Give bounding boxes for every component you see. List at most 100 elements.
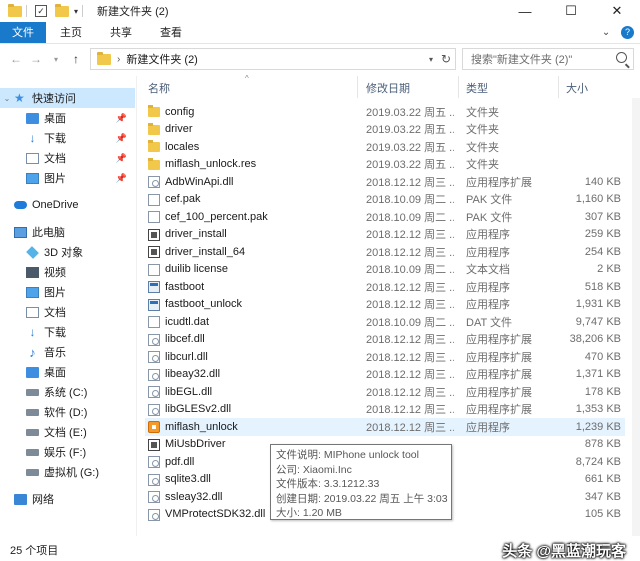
nav-pc-downloads[interactable]: ↓ 下载 [0,322,135,342]
nav-quick-access[interactable]: ⌄ ★ 快速访问 [0,88,135,108]
chevron-down-icon[interactable]: ⌄ [2,94,12,103]
dll-file-icon [148,368,160,381]
pin-icon[interactable]: 📌 [116,133,127,144]
maximize-button[interactable]: ☐ [548,0,594,22]
file-date: 2018.10.09 周二 ... [366,194,454,207]
tab-home[interactable]: 主页 [46,22,96,43]
file-date: 2018.10.09 周二 ... [366,211,454,224]
nav-label: 虚拟机 (G:) [44,467,99,479]
nav-downloads[interactable]: ↓ 下载 📌 [0,128,135,148]
tab-file[interactable]: 文件 [0,22,46,43]
file-size: 259 KB [584,228,621,241]
file-name: pdf.dll [165,455,195,468]
file-row[interactable]: miflash_unlock.res 2019.03.22 周五 ... 文件夹 [145,156,625,174]
file-row[interactable]: driver_install_64 2018.12.12 周三 ... 应用程序 25… [145,243,625,261]
pin-icon[interactable]: 📌 [116,153,127,164]
search-icon[interactable] [616,52,627,63]
file-row[interactable]: icudtl.dat 2018.10.09 周二 ... DAT 文件 9,747 K… [145,313,625,331]
nav-documents[interactable]: 文档 📌 [0,148,135,168]
forward-arrow-icon[interactable]: → [26,52,46,66]
nav-this-pc[interactable]: 此电脑 [0,222,135,242]
nav-network[interactable]: 网络 [0,489,135,509]
cloud-icon [14,201,27,209]
nav-videos[interactable]: 视频 [0,262,135,282]
file-date: 2019.03.22 周五 ... [366,141,454,154]
nav-label: 此电脑 [32,227,65,239]
column-date[interactable]: 修改日期 [366,80,410,96]
nav-3d-objects[interactable]: 3D 对象 [0,242,135,262]
chevron-down-icon[interactable]: ▾ [74,7,78,16]
file-row[interactable]: libcurl.dll 2018.12.12 周三 ... 应用程序扩展 470 KB [145,348,625,366]
column-divider[interactable] [458,76,459,98]
recent-locations-icon[interactable]: ▾ [46,55,66,64]
file-row[interactable]: fastboot 2018.12.12 周三 ... 应用程序 518 KB [145,278,625,296]
new-folder-icon[interactable] [55,3,69,17]
nav-drive-c[interactable]: 系统 (C:) [0,382,135,402]
file-size: 1,371 KB [575,368,621,381]
file-row[interactable]: libcef.dll 2018.12.12 周三 ... 应用程序扩展 38,206 … [145,331,625,349]
back-arrow-icon[interactable]: ← [6,52,26,66]
file-row[interactable]: cef.pak 2018.10.09 周二 ... PAK 文件 1,160 KB [145,191,625,209]
nav-music[interactable]: ♪ 音乐 [0,342,135,362]
pin-icon[interactable]: 📌 [116,113,127,124]
file-row[interactable]: config 2019.03.22 周五 ... 文件夹 [145,103,625,121]
close-button[interactable]: ✕ [594,0,640,22]
file-date: 2019.03.22 周五 ... [366,106,454,119]
search-input[interactable]: 搜索"新建文件夹 (2)" [462,48,634,70]
nav-drive-d[interactable]: 软件 (D:) [0,402,135,422]
file-row[interactable]: miflash_unlock 2018.12.12 周三 ... 应用程序 1,239… [145,418,625,436]
up-arrow-icon[interactable]: ↑ [66,52,86,66]
nav-pc-pictures[interactable]: 图片 [0,282,135,302]
file-row[interactable]: driver_install 2018.12.12 周三 ... 应用程序 259 K… [145,226,625,244]
pin-icon[interactable]: 📌 [116,173,127,184]
nav-pictures[interactable]: 图片 📌 [0,168,135,188]
column-size[interactable]: 大小 [566,80,588,96]
expand-ribbon-icon[interactable]: ⌄ [602,27,610,38]
file-row[interactable]: libEGL.dll 2018.12.12 周三 ... 应用程序扩展 178 KB [145,383,625,401]
nav-pc-documents[interactable]: 文档 [0,302,135,322]
file-type: 文件夹 [466,141,499,154]
nav-label: 3D 对象 [44,247,84,259]
file-size: 878 KB [584,438,621,451]
properties-icon[interactable]: ✓ [35,5,47,17]
file-row[interactable]: locales 2019.03.22 周五 ... 文件夹 [145,138,625,156]
chevron-down-icon[interactable]: ▾ [429,55,433,64]
tab-view[interactable]: 查看 [146,22,196,43]
file-row[interactable]: fastboot_unlock 2018.12.12 周三 ... 应用程序 1,93… [145,296,625,314]
tab-share[interactable]: 共享 [96,22,146,43]
help-icon[interactable]: ? [621,26,634,39]
computer-icon [14,226,27,238]
file-size: 1,353 KB [575,403,621,416]
file-row[interactable]: libeay32.dll 2018.12.12 周三 ... 应用程序扩展 1,371… [145,366,625,384]
file-name: AdbWinApi.dll [165,175,234,188]
column-type[interactable]: 类型 [466,80,488,96]
nav-onedrive[interactable]: OneDrive [0,195,135,215]
column-divider[interactable] [357,76,358,98]
navigation-pane: ⌄ ★ 快速访问 桌面 📌 ↓ 下载 📌 文档 📌 图片 📌 OneDrive … [0,76,135,536]
nav-drive-e[interactable]: 文档 (E:) [0,422,135,442]
file-date: 2018.12.12 周三 ... [366,334,454,347]
file-row[interactable]: AdbWinApi.dll 2018.12.12 周三 ... 应用程序扩展 140 … [145,173,625,191]
vertical-scrollbar[interactable] [632,98,640,536]
refresh-icon[interactable]: ↻ [441,52,451,66]
nav-drive-g[interactable]: 虚拟机 (G:) [0,462,135,482]
dll-file-icon [148,386,160,398]
file-row[interactable]: cef_100_percent.pak 2018.10.09 周二 ... PAK … [145,208,625,226]
column-divider[interactable] [558,76,559,98]
column-name[interactable]: 名称 [148,80,170,96]
minimize-button[interactable]: — [502,0,548,22]
file-row[interactable]: duilib license 2018.10.09 周二 ... 文本文档 2 KB [145,261,625,279]
breadcrumb-chevron-icon[interactable]: › [117,54,120,65]
file-row[interactable]: libGLESv2.dll 2018.12.12 周三 ... 应用程序扩展 1,35… [145,401,625,419]
nav-label: 桌面 [44,367,66,379]
watermark: 头条 @黑蓝潮玩客 [502,543,626,560]
file-type: 应用程序扩展 [466,334,532,347]
pane-divider[interactable] [136,76,137,536]
breadcrumb[interactable]: 新建文件夹 (2) [126,51,198,67]
nav-pc-desktop[interactable]: 桌面 [0,362,135,382]
nav-desktop[interactable]: 桌面 📌 [0,108,135,128]
file-row[interactable]: driver 2019.03.22 周五 ... 文件夹 [145,121,625,139]
file-name: libcurl.dll [165,350,208,363]
nav-drive-f[interactable]: 娱乐 (F:) [0,442,135,462]
address-bar[interactable]: › 新建文件夹 (2) ▾ ↻ [90,48,456,70]
